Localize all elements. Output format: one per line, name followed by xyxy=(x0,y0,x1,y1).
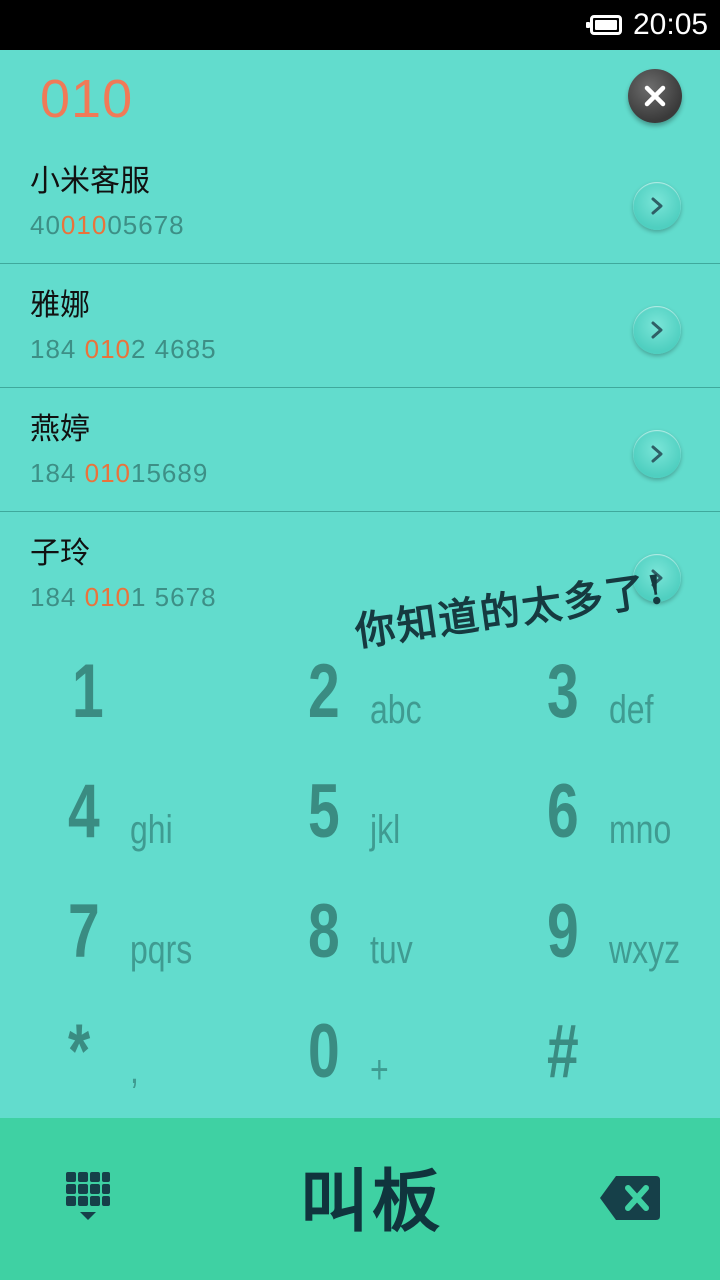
contact-name: 雅娜 xyxy=(30,288,90,323)
key-letters: ghi xyxy=(130,808,173,852)
key-3[interactable]: 3 def xyxy=(547,648,720,758)
key-hash[interactable]: # xyxy=(547,1008,720,1118)
key-1[interactable]: 1 xyxy=(72,648,272,758)
backspace-icon xyxy=(600,1176,660,1220)
key-digit: 5 xyxy=(308,769,340,854)
key-digit: # xyxy=(547,1009,579,1094)
key-letters: mno xyxy=(609,808,672,852)
contact-name: 小米客服 xyxy=(30,164,150,199)
key-letters: abc xyxy=(370,688,422,732)
contact-number: 184 01015689 xyxy=(30,458,209,488)
backspace-button[interactable] xyxy=(598,1174,662,1222)
number-match: 010 xyxy=(84,334,131,364)
chevron-right-icon xyxy=(651,197,663,215)
key-2[interactable]: 2 abc xyxy=(308,648,508,758)
contact-row[interactable]: 雅娜 184 0102 4685 xyxy=(0,264,720,388)
key-digit: 3 xyxy=(547,649,579,734)
contact-name: 燕婷 xyxy=(30,412,90,447)
key-6[interactable]: 6 mno xyxy=(547,768,720,878)
chevron-right-icon xyxy=(651,445,663,463)
key-letters: wxyz xyxy=(609,928,681,972)
key-letters: def xyxy=(609,688,654,732)
contact-details-button[interactable] xyxy=(633,430,681,478)
key-digit: 9 xyxy=(547,889,579,974)
key-letters: , xyxy=(130,1048,139,1092)
contact-row[interactable]: 燕婷 184 01015689 xyxy=(0,388,720,512)
key-digit: 1 xyxy=(72,649,104,734)
key-digit: 0 xyxy=(308,1009,340,1094)
key-letters: pqrs xyxy=(130,928,193,972)
dial-query[interactable]: 010 xyxy=(40,68,133,130)
key-9[interactable]: 9 wxyz xyxy=(547,888,720,998)
dialpad-toggle-button[interactable] xyxy=(64,1170,112,1228)
key-letters: jkl xyxy=(370,808,401,852)
brand-title: 叫板 xyxy=(300,1162,445,1242)
key-5[interactable]: 5 jkl xyxy=(308,768,508,878)
key-digit: 8 xyxy=(308,889,340,974)
contact-details-button[interactable] xyxy=(633,306,681,354)
key-letters: tuv xyxy=(370,928,413,972)
number-match: 010 xyxy=(84,582,131,612)
key-4[interactable]: 4 ghi xyxy=(68,768,268,878)
dial-keypad: 1 2 abc 3 def 4 ghi 5 jkl 6 mno 7 pqrs 8 tuv 9w… xyxy=(0,640,720,1118)
key-7[interactable]: 7 pqrs xyxy=(68,888,268,998)
key-digit: 2 xyxy=(308,649,340,734)
battery-full-icon xyxy=(586,15,622,35)
chevron-right-icon xyxy=(651,321,663,339)
number-match: 010 xyxy=(84,458,131,488)
contact-name: 子玲 xyxy=(30,536,90,571)
clear-button[interactable] xyxy=(628,69,682,123)
close-icon xyxy=(644,85,666,107)
key-0[interactable]: 0 + xyxy=(308,1008,508,1118)
key-8[interactable]: 8 tuv xyxy=(308,888,508,998)
contact-number: 184 0101 5678 xyxy=(30,582,217,612)
status-time: 20:05 xyxy=(633,8,709,41)
status-bar: 20:05 xyxy=(0,0,720,50)
key-digit: * xyxy=(68,1009,91,1094)
key-digit: 6 xyxy=(547,769,579,854)
key-letters: + xyxy=(370,1048,389,1092)
contact-number: 184 0102 4685 xyxy=(30,334,217,364)
bottom-bar: 叫板 xyxy=(0,1118,720,1280)
key-digit: 4 xyxy=(68,769,100,854)
dialpad-icon xyxy=(66,1172,110,1220)
contact-details-button[interactable] xyxy=(633,182,681,230)
contact-row[interactable]: 小米客服 4001005678 xyxy=(0,140,720,264)
number-match: 010 xyxy=(60,210,108,240)
contact-number: 4001005678 xyxy=(30,210,185,240)
key-star[interactable]: *, xyxy=(68,1008,268,1118)
key-digit: 7 xyxy=(68,889,100,974)
